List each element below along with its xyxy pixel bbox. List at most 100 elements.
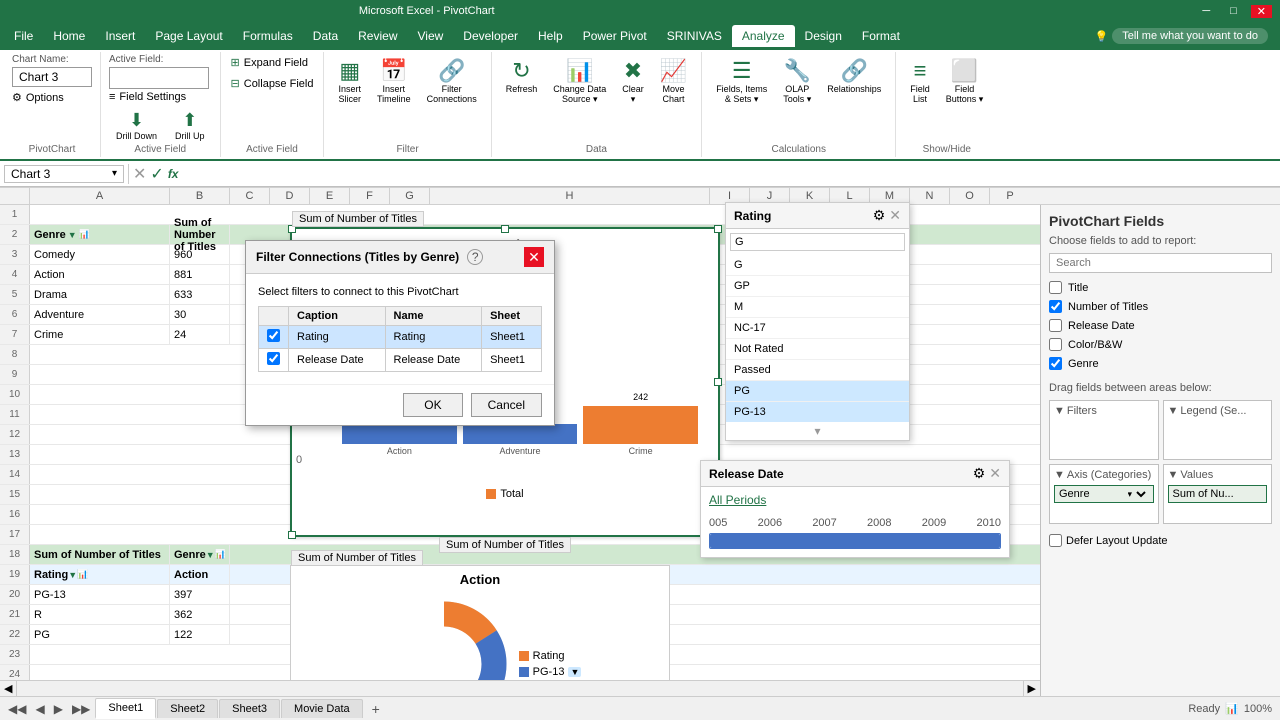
menu-page-layout[interactable]: Page Layout [145,25,232,47]
rating-item-G[interactable]: G [726,255,909,276]
sheet-tab-sheet1[interactable]: Sheet1 [95,698,156,719]
formula-input[interactable] [182,165,1276,183]
insert-timeline-button[interactable]: 📅 InsertTimeline [371,54,417,108]
tell-me-input[interactable]: Tell me what you want to do [1112,28,1268,44]
field-genre[interactable]: Genre [1049,355,1272,372]
rating-item-PG[interactable]: PG [726,381,909,402]
menu-insert[interactable]: Insert [95,25,145,47]
sheet-tab-sheet2[interactable]: Sheet2 [157,699,218,718]
menu-file[interactable]: File [4,25,43,47]
menu-help[interactable]: Help [528,25,573,47]
confirm-edit-icon[interactable]: ✓ [150,164,163,184]
all-periods-link[interactable]: All Periods [709,493,766,507]
maximize-btn[interactable]: □ [1224,5,1243,18]
change-data-source-button[interactable]: 📊 Change DataSource ▾ [547,54,612,109]
axis-genre-dropdown[interactable]: ▾ [1124,488,1149,500]
rating-item-GP[interactable]: GP [726,276,909,297]
menu-format[interactable]: Format [852,25,910,47]
sheet-tab-movie-data[interactable]: Movie Data [281,699,363,718]
nav-prev-btn[interactable]: ◀ [31,702,48,716]
field-title-checkbox[interactable] [1049,281,1062,294]
axis-genre-item[interactable]: Genre ▾ [1054,485,1154,503]
clear-button[interactable]: ✖ Clear▾ [616,54,650,109]
refresh-button[interactable]: ↻ Refresh [500,54,544,98]
rating-search-input[interactable] [730,233,905,251]
dialog-close-button[interactable]: ✕ [524,247,544,267]
active-field-label: Active Field: [109,54,212,65]
drill-up-button[interactable]: ⬆ Drill Up [168,107,212,144]
field-genre-checkbox[interactable] [1049,357,1062,370]
cell-b18: Genre ▼ 📊 [170,545,230,564]
filter-connections-button[interactable]: 🔗 FilterConnections [421,54,483,108]
defer-layout-checkbox[interactable] [1049,534,1062,547]
field-number-of-titles[interactable]: Number of Titles [1049,298,1272,315]
rating-item-NC17[interactable]: NC-17 [726,318,909,339]
cell-b22: 122 [170,625,230,644]
field-buttons-button[interactable]: ⬜ FieldButtons ▾ [940,54,990,109]
field-color-bw[interactable]: Color/B&W [1049,336,1272,353]
release-date-filter-close-icon[interactable]: ✕ [989,465,1001,482]
filters-area-title: ▼Filters [1054,405,1154,417]
cell-a2[interactable]: Genre ▼ 📊 [30,225,170,244]
dropdown-arrow[interactable]: ▾ [112,168,117,179]
cell-b21: 362 [170,605,230,624]
sheet-tab-add[interactable]: + [364,698,388,720]
sheet-tab-sheet3[interactable]: Sheet3 [219,699,280,718]
release-date-filter-settings-icon[interactable]: ⚙ [973,465,986,482]
chart-name-input[interactable] [12,67,92,87]
menu-developer[interactable]: Developer [453,25,528,47]
chart2-title: Action [291,566,669,589]
menu-review[interactable]: Review [348,25,407,47]
fields-items-sets-button[interactable]: ☰ Fields, Items& Sets ▾ [710,54,773,109]
nav-last-btn[interactable]: ▶▶ [68,702,94,716]
field-release-date[interactable]: Release Date [1049,317,1272,334]
drill-down-button[interactable]: ⬇ Drill Down [109,107,164,144]
rating-item-not-rated[interactable]: Not Rated [726,339,909,360]
menu-data[interactable]: Data [303,25,348,47]
options-button[interactable]: ⚙Options [12,91,92,104]
dialog-title: Filter Connections (Titles by Genre) [256,250,459,264]
dialog-cancel-button[interactable]: Cancel [471,393,542,417]
move-chart-button[interactable]: 📈 MoveChart [654,54,693,108]
nav-next-btn[interactable]: ▶ [50,702,67,716]
collapse-field-button[interactable]: ⊟Collapse Field [229,75,316,92]
expand-field-button[interactable]: ⊞Expand Field [229,54,316,71]
scroll-left-btn[interactable]: ◀ [0,681,17,696]
field-settings-button[interactable]: ≡Field Settings [109,91,212,103]
chart1-bottom-label: Sum of Number of Titles [439,537,571,553]
field-title[interactable]: Title [1049,279,1272,296]
dialog-help-icon[interactable]: ? [467,249,483,265]
active-field-input[interactable] [109,67,209,89]
scroll-right-btn[interactable]: ▶ [1023,681,1040,696]
menu-home[interactable]: Home [43,25,95,47]
insert-slicer-button[interactable]: ▦ InsertSlicer [332,54,367,108]
field-number-of-titles-checkbox[interactable] [1049,300,1062,313]
field-color-bw-label: Color/B&W [1068,339,1122,351]
menu-view[interactable]: View [408,25,454,47]
menu-design[interactable]: Design [795,25,852,47]
rating-filter-settings-icon[interactable]: ⚙ [873,207,886,224]
field-list-button[interactable]: ≡ FieldList [904,54,936,109]
rating-item-passed[interactable]: Passed [726,360,909,381]
rating-row-checkbox[interactable] [267,329,280,342]
menu-srinivas[interactable]: SRINIVAS [657,25,732,47]
col-header-c: C [230,188,270,204]
cell-b20: 397 [170,585,230,604]
rating-filter-close-icon[interactable]: ✕ [889,207,901,224]
pivot-search-input[interactable] [1049,253,1272,273]
nav-left-btn[interactable]: ◀◀ [4,702,30,716]
release-date-row-checkbox[interactable] [267,352,280,365]
rating-item-M[interactable]: M [726,297,909,318]
cancel-edit-icon[interactable]: ✕ [133,164,146,184]
relationships-button[interactable]: 🔗 Relationships [821,54,887,109]
menu-power-pivot[interactable]: Power Pivot [573,25,657,47]
rating-item-PG13[interactable]: PG-13 [726,402,909,422]
menu-formulas[interactable]: Formulas [233,25,303,47]
olap-tools-button[interactable]: 🔧 OLAPTools ▾ [777,54,817,109]
field-release-date-checkbox[interactable] [1049,319,1062,332]
menu-analyze[interactable]: Analyze [732,25,795,47]
dialog-ok-button[interactable]: OK [403,393,462,417]
close-btn[interactable]: ✕ [1251,5,1272,18]
field-color-bw-checkbox[interactable] [1049,338,1062,351]
minimize-btn[interactable]: ─ [1196,5,1216,18]
